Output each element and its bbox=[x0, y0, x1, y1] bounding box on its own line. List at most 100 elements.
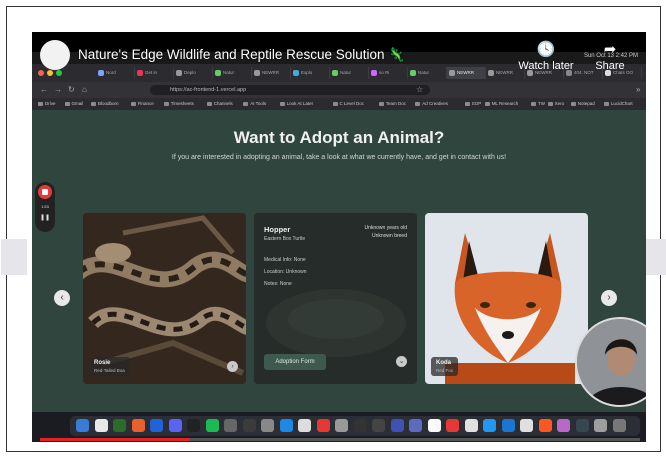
bookmark-item[interactable]: Xero bbox=[547, 100, 564, 108]
dock-app-icon[interactable] bbox=[76, 419, 89, 432]
animal-name: Koda bbox=[436, 360, 451, 366]
animal-card-rosie[interactable]: Rosie Red-Tailed Boa › bbox=[83, 213, 246, 384]
overflow-icon[interactable]: » bbox=[636, 85, 640, 95]
dock-app-icon[interactable] bbox=[446, 419, 459, 432]
browser-tab[interactable]: Natur bbox=[330, 67, 369, 79]
collapse-card-button[interactable]: ⌄ bbox=[396, 356, 407, 367]
animal-card-koda[interactable]: Koda Red Fox bbox=[425, 213, 588, 384]
tab-favicon-icon bbox=[215, 70, 221, 76]
dock-app-icon[interactable] bbox=[594, 419, 607, 432]
bookmark-item[interactable]: C Level Doc bbox=[332, 100, 364, 108]
bookmark-item[interactable]: ML Research bbox=[484, 100, 518, 108]
tab-favicon-icon bbox=[410, 70, 416, 76]
dock-app-icon[interactable] bbox=[94, 419, 108, 432]
bookmark-item[interactable]: Bloodborn bbox=[91, 100, 119, 108]
carousel-next-button[interactable]: › bbox=[601, 290, 617, 306]
dock-app-icon[interactable] bbox=[242, 419, 256, 432]
video-title[interactable]: Nature's Edge Wildlife and Reptile Rescu… bbox=[78, 47, 405, 63]
dock-app-icon[interactable] bbox=[168, 419, 182, 432]
browser-tab[interactable]: NEWRR bbox=[252, 67, 291, 79]
bookmark-item[interactable]: Notepad bbox=[570, 100, 595, 108]
bookmark-item[interactable]: AI Tools bbox=[243, 100, 266, 108]
animal-name: Hopper bbox=[264, 225, 291, 234]
maximize-window-icon[interactable] bbox=[56, 70, 62, 76]
dock-app-icon[interactable] bbox=[131, 419, 145, 432]
dock-app-icon[interactable] bbox=[501, 419, 515, 432]
bookmark-item[interactable]: Ad Creatives bbox=[415, 100, 448, 108]
browser-tab[interactable]: Explo bbox=[291, 67, 330, 79]
browser-tab[interactable]: Natur bbox=[213, 67, 252, 79]
video-progress-bar[interactable] bbox=[40, 438, 640, 441]
lizard-icon: 🦎 bbox=[388, 47, 406, 62]
home-icon[interactable]: ⌂ bbox=[82, 85, 87, 95]
dock-app-icon[interactable] bbox=[520, 419, 533, 432]
tab-favicon-icon bbox=[371, 70, 377, 76]
dock-app-icon[interactable] bbox=[335, 419, 348, 432]
dock-app-icon[interactable] bbox=[113, 419, 126, 432]
pause-icon[interactable]: ❚❚ bbox=[35, 214, 55, 221]
bookmark-item[interactable]: Timesheets bbox=[163, 100, 194, 108]
dock-app-icon[interactable] bbox=[298, 419, 311, 432]
video-progress-fill bbox=[40, 438, 190, 441]
adopt-page: Want to Adopt an Animal? If you are inte… bbox=[32, 110, 646, 421]
stop-recording-button[interactable] bbox=[38, 185, 52, 199]
browser-tab[interactable]: Natur bbox=[408, 67, 447, 79]
close-window-icon[interactable] bbox=[38, 70, 44, 76]
browser-tab[interactable]: Nord bbox=[96, 67, 135, 79]
dock-app-icon[interactable] bbox=[390, 419, 404, 432]
bookmark-item[interactable]: LucidChart bbox=[603, 100, 633, 108]
carousel-prev-button[interactable]: ‹ bbox=[54, 290, 70, 306]
dock-app-icon[interactable] bbox=[353, 419, 367, 432]
bookmark-item[interactable]: Drive bbox=[38, 100, 56, 108]
dock-app-icon[interactable] bbox=[464, 419, 478, 432]
dock-app-icon[interactable] bbox=[316, 419, 330, 432]
dock-app-icon[interactable] bbox=[483, 419, 496, 432]
chevron-right-icon: › bbox=[607, 292, 611, 303]
animal-card-hopper[interactable]: Hopper Eastern Box Turtle Unknown years … bbox=[254, 213, 417, 384]
adoption-form-button[interactable]: Adoption Form bbox=[264, 354, 326, 370]
browser-tab[interactable]: Deplo bbox=[174, 67, 213, 79]
minimize-window-icon[interactable] bbox=[47, 70, 53, 76]
browser-tab[interactable]: NEWRR bbox=[447, 67, 486, 79]
dock-app-icon[interactable] bbox=[538, 419, 552, 432]
bookmark-item[interactable]: SOP bbox=[464, 100, 481, 108]
tab-favicon-icon bbox=[488, 70, 494, 76]
bookmark-item[interactable]: Finance bbox=[130, 100, 154, 108]
share-arrow-icon: ➦ bbox=[603, 41, 617, 58]
bookmark-item[interactable]: Gmail bbox=[64, 100, 83, 108]
back-icon[interactable]: ← bbox=[40, 85, 48, 95]
dock-app-icon[interactable] bbox=[224, 419, 237, 432]
bookmark-star-icon[interactable]: ☆ bbox=[416, 85, 423, 95]
forward-icon[interactable]: → bbox=[54, 85, 62, 95]
card-label: Rosie Red-Tailed Boa bbox=[89, 357, 130, 376]
dock-app-icon[interactable] bbox=[279, 419, 293, 432]
tab-favicon-icon bbox=[98, 70, 104, 76]
channel-avatar[interactable] bbox=[40, 40, 70, 70]
browser-tab[interactable]: so Ri bbox=[369, 67, 408, 79]
clock-icon: 🕓 bbox=[536, 41, 556, 58]
tab-favicon-icon bbox=[449, 70, 455, 76]
expand-card-button[interactable]: › bbox=[227, 361, 238, 372]
reload-icon[interactable]: ↻ bbox=[68, 85, 75, 95]
dock-app-icon[interactable] bbox=[205, 419, 219, 432]
bookmark-item[interactable]: Channels bbox=[206, 100, 233, 108]
bookmark-item[interactable]: Look At Later bbox=[279, 100, 313, 108]
dock-app-icon[interactable] bbox=[427, 419, 441, 432]
video-player[interactable]: Sun Oct 13 2:42 PM Nord Get in Deplo Natur N… bbox=[32, 32, 646, 442]
dock-app-icon[interactable] bbox=[372, 419, 385, 432]
dock-app-icon[interactable] bbox=[261, 419, 274, 432]
watch-later-button[interactable]: 🕓 Watch later bbox=[516, 40, 576, 72]
page-subtitle: If you are interested in adopting an ani… bbox=[171, 154, 507, 161]
share-button[interactable]: ➦ Share bbox=[580, 40, 640, 72]
bookmark-item[interactable]: TW bbox=[531, 100, 545, 108]
url-bar[interactable]: https://ac-frontend-1.vercel.app bbox=[150, 85, 430, 95]
dock-app-icon[interactable] bbox=[409, 419, 422, 432]
bookmark-item[interactable]: Team Doc bbox=[378, 100, 406, 108]
dock-app-icon[interactable] bbox=[612, 419, 626, 432]
dock-app-icon[interactable] bbox=[557, 419, 570, 432]
dock-app-icon[interactable] bbox=[575, 419, 589, 432]
tab-label: NEWRR bbox=[457, 70, 474, 75]
dock-app-icon[interactable] bbox=[150, 419, 163, 432]
dock-app-icon[interactable] bbox=[187, 419, 200, 432]
browser-tab[interactable]: Get in bbox=[135, 67, 174, 79]
